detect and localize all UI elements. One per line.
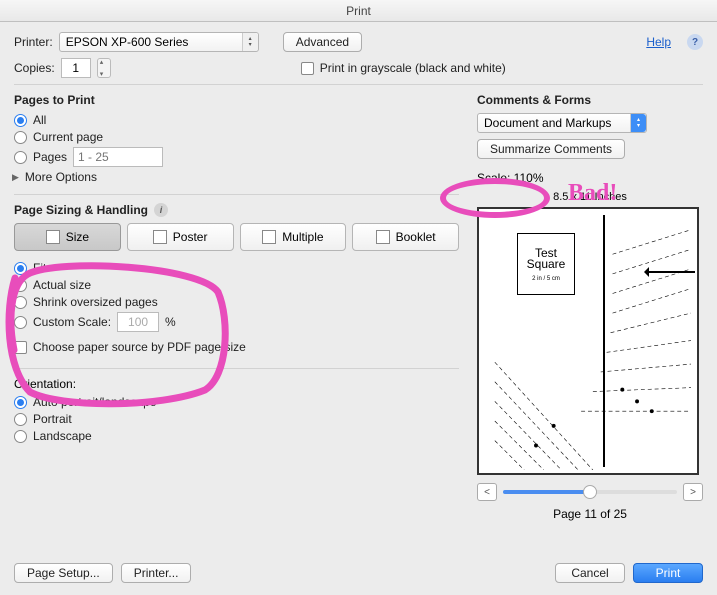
pattern-lines <box>485 215 691 470</box>
printer-label: Printer: <box>14 35 53 49</box>
landscape-label: Landscape <box>33 429 92 443</box>
landscape-radio[interactable] <box>14 430 27 443</box>
pages-range-input[interactable] <box>73 147 163 167</box>
copies-label: Copies: <box>14 61 55 75</box>
info-icon[interactable]: i <box>154 203 168 217</box>
annotation-scribble <box>0 260 240 410</box>
page-of-text: Page 11 of 25 <box>477 507 703 521</box>
comments-select[interactable]: Document and Markups <box>477 113 647 133</box>
copies-stepper[interactable] <box>97 58 111 78</box>
current-radio[interactable] <box>14 131 27 144</box>
size-tab[interactable]: Size <box>14 223 121 251</box>
updown-icon <box>242 33 258 51</box>
pages-to-print-title: Pages to Print <box>14 93 459 107</box>
copies-input[interactable] <box>61 58 91 78</box>
pages-label: Pages <box>33 150 67 164</box>
multiple-tab[interactable]: Multiple <box>240 223 347 251</box>
help-link[interactable]: Help <box>646 35 671 49</box>
comments-title: Comments & Forms <box>477 93 703 107</box>
grayscale-label: Print in grayscale (black and white) <box>320 61 506 75</box>
page-setup-button[interactable]: Page Setup... <box>14 563 113 583</box>
zoom-slider[interactable] <box>503 490 677 494</box>
cancel-button[interactable]: Cancel <box>555 563 625 583</box>
poster-icon <box>153 230 167 244</box>
summarize-button[interactable]: Summarize Comments <box>477 139 625 159</box>
booklet-icon <box>376 230 390 244</box>
booklet-tab[interactable]: Booklet <box>352 223 459 251</box>
pages-radio[interactable] <box>14 151 27 164</box>
updown-icon <box>630 114 646 132</box>
advanced-button[interactable]: Advanced <box>283 32 362 52</box>
preview: Test Square 2 in / 5 cm <box>477 207 699 475</box>
annotation-bad: Bad! <box>568 180 617 207</box>
divider <box>14 84 703 85</box>
printer-select[interactable]: EPSON XP-600 Series <box>59 32 259 52</box>
titlebar: Print <box>0 0 717 22</box>
help-icon[interactable]: ? <box>687 34 703 50</box>
sizing-title: Page Sizing & Handling <box>14 203 148 217</box>
grayscale-checkbox[interactable] <box>301 62 314 75</box>
annotation-circle <box>440 178 550 218</box>
zoom-next-button[interactable]: > <box>683 483 703 501</box>
portrait-radio[interactable] <box>14 413 27 426</box>
size-icon <box>46 230 60 244</box>
all-label: All <box>33 113 46 127</box>
portrait-label: Portrait <box>33 412 72 426</box>
print-button[interactable]: Print <box>633 563 703 583</box>
zoom-prev-button[interactable]: < <box>477 483 497 501</box>
window-title: Print <box>346 4 371 18</box>
divider <box>14 194 459 195</box>
multiple-icon <box>262 230 276 244</box>
more-options[interactable]: More Options <box>25 170 97 184</box>
current-label: Current page <box>33 130 103 144</box>
disclosure-icon[interactable]: ▶ <box>12 172 19 183</box>
poster-tab[interactable]: Poster <box>127 223 234 251</box>
printer-value: EPSON XP-600 Series <box>66 35 189 49</box>
all-radio[interactable] <box>14 114 27 127</box>
printer-button[interactable]: Printer... <box>121 563 192 583</box>
comments-value: Document and Markups <box>484 116 611 130</box>
